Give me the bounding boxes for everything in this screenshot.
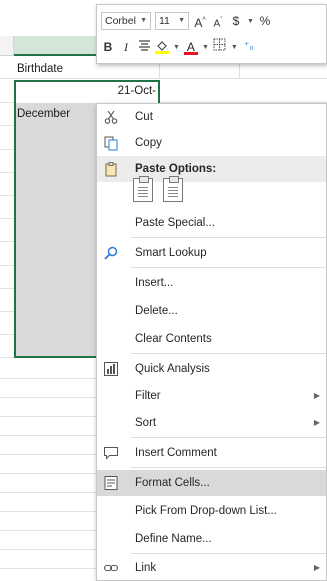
- menu-separator: [131, 267, 326, 268]
- chevron-down-icon[interactable]: ▼: [202, 44, 209, 51]
- scissors-icon: [104, 110, 118, 124]
- format-cells-icon: [104, 476, 118, 490]
- mini-toolbar: Corbel ▼ 11 ▼ A^ Aˇ $ ▼ % B I ▼ A ▼ ▼ ⁺₀: [96, 4, 327, 64]
- chevron-down-icon: ▼: [140, 17, 147, 24]
- table-cell[interactable]: 21-Oct-: [14, 80, 160, 104]
- copy-icon: [104, 136, 118, 151]
- menu-item-filter[interactable]: Filter ▶: [97, 383, 326, 409]
- italic-button[interactable]: I: [119, 38, 133, 56]
- column-header-d[interactable]: [0, 36, 14, 56]
- menu-item-define-name[interactable]: Define Name...: [97, 526, 326, 552]
- quick-analysis-icon: [104, 362, 118, 376]
- menu-item-label: Filter: [135, 390, 161, 402]
- align-center-icon[interactable]: [137, 38, 151, 56]
- comment-icon: [104, 447, 118, 460]
- paste-options-group: [133, 176, 183, 202]
- chevron-down-icon[interactable]: ▼: [231, 44, 238, 51]
- menu-header-paste-options: Paste Options:: [97, 156, 326, 182]
- menu-separator: [131, 237, 326, 238]
- submenu-arrow-icon: ▶: [313, 418, 320, 427]
- menu-item-insert[interactable]: Insert...: [97, 270, 326, 296]
- menu-item-label: Quick Analysis: [135, 363, 210, 375]
- menu-item-label: Paste Special...: [135, 217, 215, 229]
- menu-item-delete[interactable]: Delete...: [97, 298, 326, 324]
- currency-icon: $: [232, 14, 240, 28]
- menu-item-label: Pick From Drop-down List...: [135, 505, 277, 517]
- percent-style-icon[interactable]: %: [258, 12, 272, 30]
- menu-item-label: Delete...: [135, 305, 178, 317]
- context-menu: Cut Copy Paste Options: Paste Special...…: [96, 103, 327, 581]
- submenu-arrow-icon: ▶: [313, 391, 320, 400]
- font-size-value: 11: [159, 15, 170, 27]
- menu-item-label: Clear Contents: [135, 333, 212, 345]
- search-icon: [104, 246, 118, 260]
- paste-clipboard-icon[interactable]: [133, 176, 153, 202]
- menu-item-clear-contents[interactable]: Clear Contents: [97, 326, 326, 352]
- menu-item-sort[interactable]: Sort ▶: [97, 410, 326, 436]
- font-name-value: Corbel: [105, 15, 136, 27]
- menu-separator: [131, 437, 326, 438]
- menu-item-label: Smart Lookup: [135, 247, 207, 259]
- shrink-font-button[interactable]: Aˇ: [211, 12, 225, 30]
- link-icon: [103, 564, 119, 572]
- chevron-down-icon: ▼: [178, 17, 185, 24]
- font-color-swatch: [183, 51, 198, 55]
- font-name-dropdown[interactable]: Corbel ▼: [101, 12, 151, 30]
- menu-item-copy[interactable]: Copy: [97, 130, 326, 156]
- fill-color-button[interactable]: [155, 40, 169, 54]
- menu-item-format-cells[interactable]: Format Cells...: [97, 470, 326, 496]
- submenu-arrow-icon: ▶: [313, 563, 320, 572]
- chevron-down-icon[interactable]: ▼: [173, 44, 180, 51]
- borders-icon[interactable]: [213, 38, 227, 56]
- table-row: 21-Oct-: [0, 80, 327, 104]
- menu-item-label: Insert...: [135, 277, 174, 289]
- menu-item-quick-analysis[interactable]: Quick Analysis: [97, 356, 326, 382]
- menu-separator: [131, 467, 326, 468]
- menu-separator: [131, 553, 326, 554]
- menu-item-paste-special[interactable]: Paste Special...: [97, 210, 326, 236]
- menu-separator: [131, 353, 326, 354]
- increase-decimal-icon[interactable]: ⁺₀: [242, 38, 256, 56]
- bold-button[interactable]: B: [101, 38, 115, 56]
- menu-item-label: Cut: [135, 111, 153, 123]
- grow-font-button[interactable]: A^: [193, 12, 207, 30]
- currency-format-button[interactable]: $: [229, 12, 243, 30]
- menu-item-label: Link: [135, 562, 157, 574]
- font-size-dropdown[interactable]: 11 ▼: [155, 12, 189, 30]
- clipboard-icon: [105, 162, 117, 177]
- menu-item-smart-lookup[interactable]: Smart Lookup: [97, 240, 326, 266]
- fill-color-swatch: [155, 51, 169, 54]
- chevron-down-icon[interactable]: ▼: [247, 18, 254, 25]
- font-color-button[interactable]: A: [183, 40, 198, 55]
- menu-item-cut[interactable]: Cut: [97, 104, 326, 130]
- menu-item-label: Format Cells...: [135, 477, 210, 489]
- menu-item-insert-comment[interactable]: Insert Comment: [97, 440, 326, 466]
- menu-item-label: Sort: [135, 417, 157, 429]
- menu-item-link[interactable]: Link ▶: [97, 555, 326, 581]
- menu-item-label: Insert Comment: [135, 447, 217, 459]
- menu-item-pick-from-list[interactable]: Pick From Drop-down List...: [97, 498, 326, 524]
- paste-values-clipboard-icon[interactable]: [163, 176, 183, 202]
- menu-item-label: Define Name...: [135, 533, 212, 545]
- menu-item-label: Copy: [135, 137, 162, 149]
